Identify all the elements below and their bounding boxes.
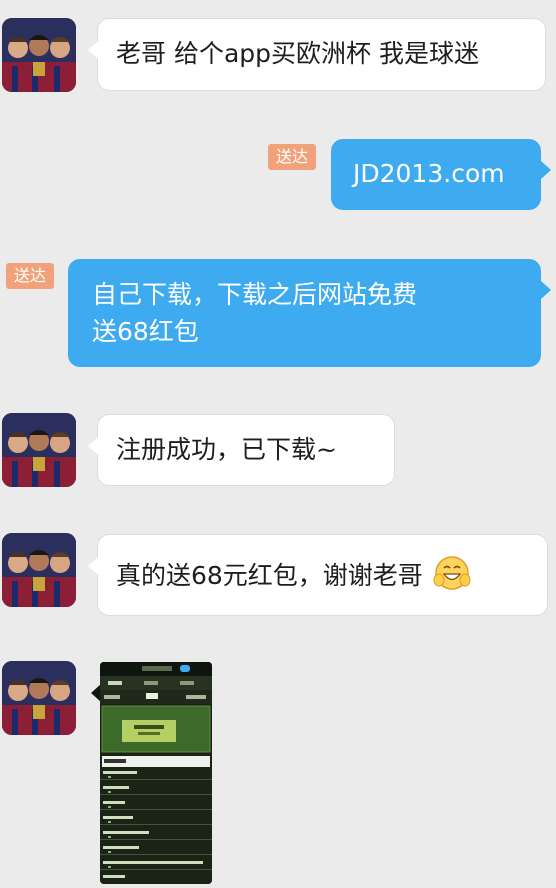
players-photo: [2, 661, 76, 735]
players-photo: [2, 413, 76, 487]
players-photo: [2, 18, 76, 92]
message-bubble[interactable]: 自己下载，下载之后网站免费 送68红包: [68, 259, 551, 367]
grinning-face-emoji: [433, 556, 471, 590]
delivered-badge: 送达: [268, 144, 317, 170]
message-text-line: 自己下载，下载之后网站免费: [92, 280, 418, 309]
image-message-thumbnail[interactable]: [100, 662, 212, 884]
message-text: JD2013.com: [353, 159, 505, 188]
contact-avatar[interactable]: [2, 661, 76, 735]
message-text-line: 送68红包: [92, 317, 199, 346]
delivered-badge: 送达: [6, 263, 55, 289]
message-bubble[interactable]: JD2013.com: [331, 139, 551, 210]
contact-avatar[interactable]: [2, 413, 76, 487]
message-text: 注册成功，已下载~: [116, 435, 337, 464]
message-bubble[interactable]: 老哥 给个app买欧洲杯 我是球迷: [88, 18, 546, 91]
message-text: 真的送68元红包，谢谢老哥: [116, 561, 423, 590]
contact-avatar[interactable]: [2, 18, 76, 92]
message-bubble[interactable]: 注册成功，已下载~: [88, 414, 395, 486]
players-photo: [2, 533, 76, 607]
message-text: 老哥 给个app买欧洲杯 我是球迷: [116, 39, 479, 68]
message-bubble[interactable]: 真的送68元红包，谢谢老哥: [88, 534, 548, 616]
contact-avatar[interactable]: [2, 533, 76, 607]
betting-app-screenshot: [100, 662, 212, 884]
